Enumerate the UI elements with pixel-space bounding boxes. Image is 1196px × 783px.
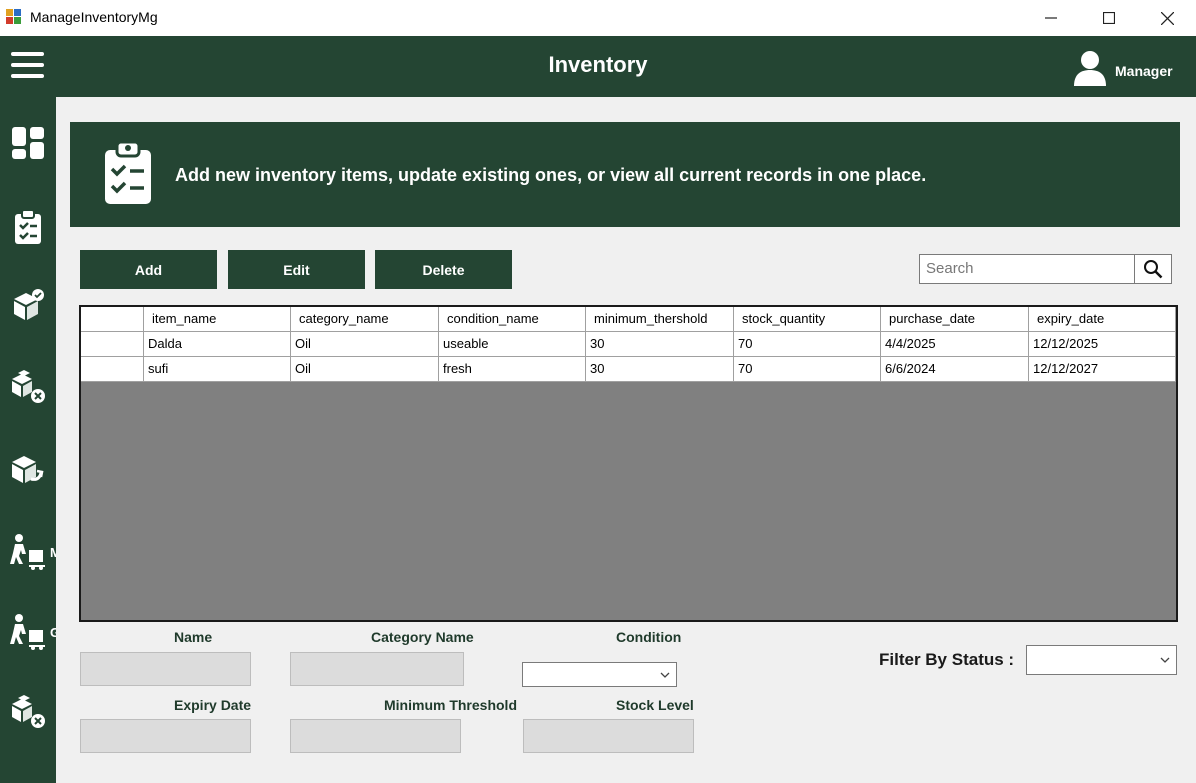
column-header[interactable]: expiry_date xyxy=(1029,307,1176,332)
name-field[interactable] xyxy=(80,652,251,686)
stock-field[interactable] xyxy=(523,719,694,753)
user-icon[interactable] xyxy=(1073,50,1107,86)
table-cell[interactable]: Dalda xyxy=(144,332,291,357)
condition-dropdown[interactable] xyxy=(522,662,677,687)
boxes-remove-icon[interactable] xyxy=(6,365,50,409)
table-cell[interactable]: Oil xyxy=(291,357,439,382)
sidebar: M G xyxy=(0,97,56,783)
sidebar-item-label: G xyxy=(50,625,56,640)
column-header[interactable]: purchase_date xyxy=(881,307,1029,332)
search-input[interactable]: Search xyxy=(919,254,1135,284)
inventory-table: item_name category_name condition_name m… xyxy=(79,305,1178,622)
banner-description: Add new inventory items, update existing… xyxy=(175,165,927,185)
box-check-icon[interactable] xyxy=(6,283,50,327)
user-role-label: Manager xyxy=(1115,63,1173,79)
clipboard-checklist-icon[interactable] xyxy=(6,205,50,249)
maximize-icon[interactable] xyxy=(1080,0,1138,36)
table-cell[interactable]: 70 xyxy=(734,332,881,357)
column-header[interactable]: condition_name xyxy=(439,307,586,332)
table-cell[interactable]: sufi xyxy=(144,357,291,382)
search-icon[interactable] xyxy=(1134,254,1172,284)
app-icon xyxy=(6,9,22,25)
dashboard-icon[interactable] xyxy=(6,121,50,165)
threshold-field[interactable] xyxy=(290,719,461,753)
minimize-icon[interactable] xyxy=(1022,0,1080,36)
category-label: Category Name xyxy=(371,629,474,645)
table-cell[interactable]: useable xyxy=(439,332,586,357)
chevron-down-icon xyxy=(660,672,670,678)
table-cell[interactable]: fresh xyxy=(439,357,586,382)
category-field[interactable] xyxy=(290,652,464,686)
name-label: Name xyxy=(174,629,213,645)
table-row[interactable]: sufi Oil fresh 30 70 6/6/2024 12/12/2027 xyxy=(81,357,1176,382)
column-header[interactable]: item_name xyxy=(144,307,291,332)
table-cell[interactable]: 70 xyxy=(734,357,881,382)
table-cell[interactable]: 12/12/2025 xyxy=(1029,332,1176,357)
table-cell[interactable]: 30 xyxy=(586,332,734,357)
app-header: Inventory Manager xyxy=(0,36,1196,97)
table-cell[interactable]: 30 xyxy=(586,357,734,382)
table-header-row: item_name category_name condition_name m… xyxy=(81,307,1176,332)
table-cell[interactable]: 6/6/2024 xyxy=(881,357,1029,382)
delivery-person-icon[interactable] xyxy=(6,609,50,653)
window-title: ManageInventoryMg xyxy=(30,9,158,25)
page-title: Inventory xyxy=(548,52,648,77)
stock-label: Stock Level xyxy=(616,697,694,713)
column-header[interactable]: minimum_thershold xyxy=(586,307,734,332)
boxes-remove-icon[interactable] xyxy=(6,690,50,734)
table-cell[interactable]: 4/4/2025 xyxy=(881,332,1029,357)
filter-label: Filter By Status : xyxy=(879,650,1015,669)
chevron-down-icon xyxy=(1160,657,1170,663)
row-header-cell[interactable] xyxy=(81,332,144,357)
column-header[interactable]: category_name xyxy=(291,307,439,332)
threshold-label: Minimum Threshold xyxy=(384,697,517,713)
condition-label: Condition xyxy=(616,629,682,645)
delivery-person-icon[interactable] xyxy=(6,529,50,573)
window-titlebar: ManageInventoryMg xyxy=(0,0,1196,36)
column-header[interactable]: stock_quantity xyxy=(734,307,881,332)
box-return-icon[interactable] xyxy=(6,447,50,491)
expiry-label: Expiry Date xyxy=(174,697,252,713)
info-banner: Add new inventory items, update existing… xyxy=(70,122,1180,227)
close-icon[interactable] xyxy=(1138,0,1196,36)
table-row[interactable]: Dalda Oil useable 30 70 4/4/2025 12/12/2… xyxy=(81,332,1176,357)
row-header-cell xyxy=(81,307,144,332)
sidebar-item-label: M xyxy=(50,545,56,560)
filter-status-dropdown[interactable] xyxy=(1026,645,1177,675)
expiry-field[interactable] xyxy=(80,719,251,753)
table-cell[interactable]: Oil xyxy=(291,332,439,357)
delete-button[interactable]: Delete xyxy=(375,250,512,289)
clipboard-checklist-icon xyxy=(102,140,154,206)
table-cell[interactable]: 12/12/2027 xyxy=(1029,357,1176,382)
add-button[interactable]: Add xyxy=(80,250,217,289)
row-header-cell[interactable] xyxy=(81,357,144,382)
edit-button[interactable]: Edit xyxy=(228,250,365,289)
